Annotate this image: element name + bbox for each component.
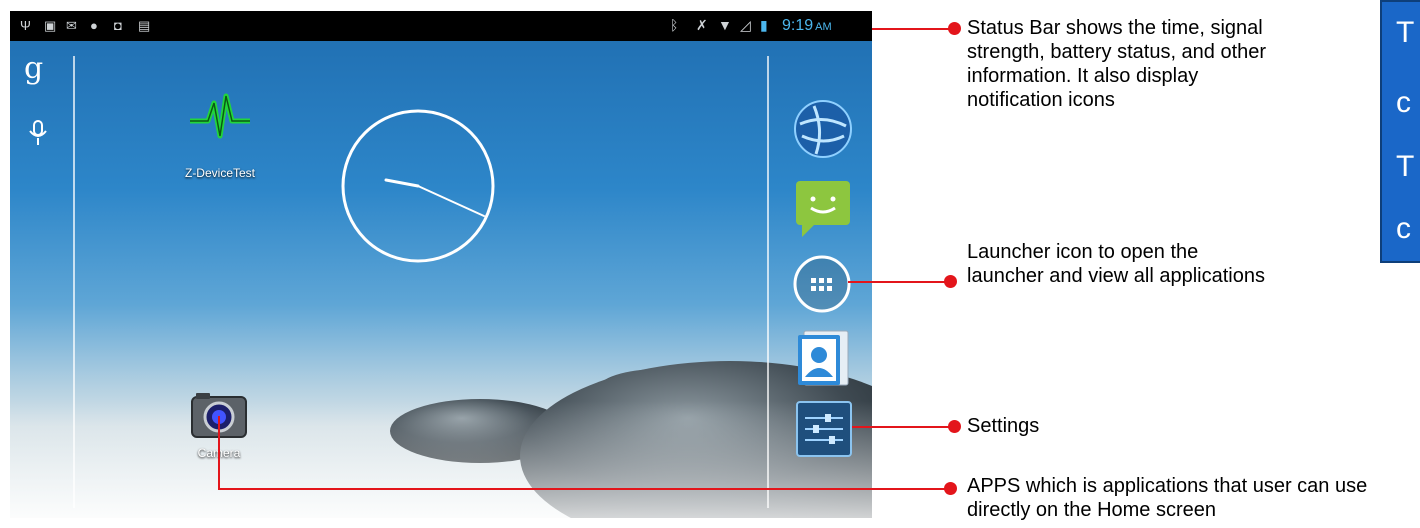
annotation-status-bar: Status Bar shows the time, signal streng… — [967, 17, 1267, 111]
side-box-text: T — [1396, 150, 1415, 183]
annotation-launcher-clip: Launcher icon to open the launcher and v… — [967, 240, 1297, 313]
android-notification-icon: ● — [90, 18, 98, 33]
right-divider — [767, 56, 769, 508]
annotation-line — [848, 281, 946, 283]
gmail-notification-icon: ✉ — [66, 18, 77, 33]
android-home-screen: Ψ ▣ ✉ ● ◘ ▤ ᛒ ✗ ▼ ◿ ▮ 9:19 AM g Z-DeviceT… — [10, 11, 872, 518]
settings-icon[interactable] — [795, 400, 853, 458]
browser-icon[interactable] — [794, 100, 852, 158]
google-search-icon[interactable]: g — [24, 51, 43, 86]
mute-icon: ✗ — [696, 17, 708, 33]
side-box-text: c — [1396, 212, 1411, 245]
annotation-apps: APPS which is applications that user can… — [967, 475, 1368, 521]
battery-icon: ▮ — [760, 17, 768, 33]
app-label: Z-DeviceTest — [184, 166, 255, 180]
gallery-notification-icon: ▣ — [44, 18, 57, 33]
download-notification-icon: ▤ — [138, 18, 151, 33]
usb-icon: Ψ — [20, 18, 31, 33]
annotation-line — [852, 426, 952, 428]
contacts-icon[interactable] — [796, 329, 852, 387]
annotation-dot — [948, 420, 961, 433]
annotation-dot — [944, 482, 957, 495]
launcher-icon[interactable] — [791, 253, 853, 315]
store-notification-icon: ◘ — [114, 18, 122, 33]
bluetooth-icon: ᛒ — [670, 17, 679, 33]
annotation-line — [872, 28, 954, 30]
voice-search-icon[interactable] — [27, 119, 49, 147]
heartbeat-icon — [190, 93, 250, 139]
annotation-launcher: Launcher icon to open the launcher and v… — [967, 241, 1265, 287]
wifi-icon: ▼ — [718, 17, 732, 33]
annotation-dot — [944, 275, 957, 288]
status-bar[interactable]: Ψ ▣ ✉ ● ◘ ▤ ᛒ ✗ ▼ ◿ ▮ 9:19 AM — [10, 11, 872, 41]
app-z-devicetest[interactable]: Z-DeviceTest — [160, 91, 280, 191]
left-divider — [73, 56, 75, 508]
annotation-line — [218, 416, 220, 490]
messaging-icon[interactable] — [794, 179, 852, 239]
side-box-text: c — [1396, 86, 1411, 119]
status-time: 9:19 AM — [782, 17, 832, 34]
side-info-box: T c T c — [1380, 0, 1420, 263]
annotation-settings: Settings — [967, 415, 1040, 437]
side-box-text: T — [1396, 16, 1415, 49]
annotation-dot — [948, 22, 961, 35]
annotation-line — [218, 488, 946, 490]
analog-clock-widget[interactable] — [338, 106, 498, 266]
signal-icon: ◿ — [740, 17, 751, 33]
